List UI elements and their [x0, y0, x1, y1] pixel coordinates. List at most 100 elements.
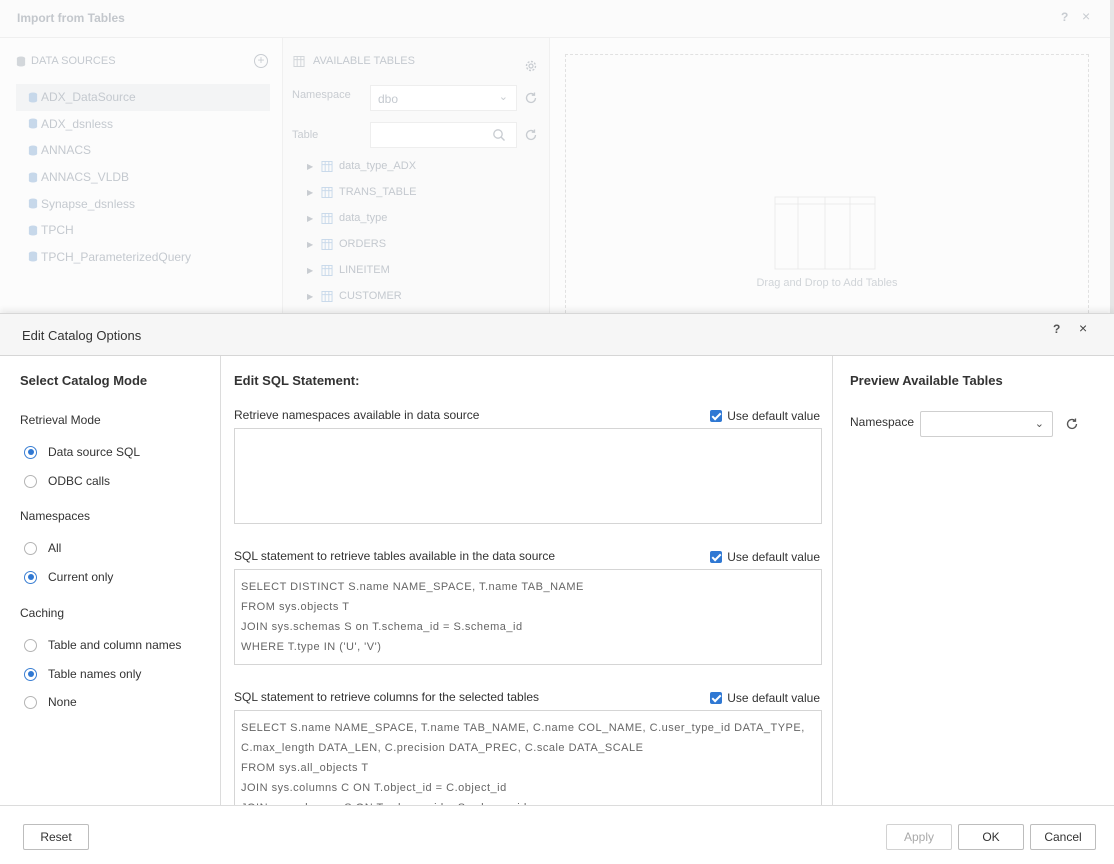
add-circle-icon[interactable]: + [254, 54, 268, 68]
data-source-label: TPCH [41, 223, 74, 238]
radio-button[interactable] [24, 570, 37, 584]
refresh-icon[interactable] [524, 128, 538, 142]
caret-right-icon[interactable]: ▶ [307, 266, 315, 275]
data-source-item[interactable]: ANNACS_VLDB [16, 164, 270, 191]
caret-right-icon[interactable]: ▶ [307, 188, 315, 197]
apply-button[interactable]: Apply [886, 824, 952, 850]
help-icon[interactable]: ? [1053, 322, 1060, 336]
radio-button[interactable] [24, 541, 37, 555]
data-source-item[interactable]: Synapse_dsnless [16, 190, 270, 217]
columns-sql-textarea[interactable]: SELECT S.name NAME_SPACE, T.name TAB_NAM… [234, 710, 822, 805]
database-icon [16, 55, 26, 67]
import-help-icon[interactable]: ? [1061, 10, 1068, 24]
radio-odbc-calls[interactable]: ODBC calls [24, 474, 110, 488]
ok-button[interactable]: OK [958, 824, 1024, 850]
database-icon [28, 172, 38, 183]
gear-icon[interactable] [524, 59, 538, 73]
radio-label: All [48, 541, 62, 555]
dialog-footer: Reset Apply OK Cancel [0, 805, 1114, 864]
radio-button[interactable] [24, 474, 37, 488]
table-grid-icon [321, 290, 333, 302]
checkbox-label: Use default value [727, 409, 820, 423]
data-source-label: Synapse_dsnless [41, 196, 136, 211]
table-item-label: CUSTOMER [339, 290, 402, 302]
radio-button[interactable] [24, 667, 37, 681]
checkbox-checked[interactable] [710, 692, 723, 704]
table-placeholder-icon [774, 196, 876, 270]
data-source-item[interactable]: TPCH_ParameterizedQuery [16, 244, 270, 271]
database-icon [28, 92, 38, 103]
refresh-icon[interactable] [1065, 417, 1079, 431]
close-icon[interactable]: × [1079, 320, 1087, 336]
table-search-input[interactable] [370, 122, 517, 148]
data-source-item[interactable]: TPCH [16, 217, 270, 244]
table-grid-icon [321, 238, 333, 250]
data-sources-list: ADX_DataSource ADX_dsnless ANNACS ANNACS… [16, 84, 270, 270]
catalog-mode-panel: Select Catalog Mode Retrieval Mode Data … [0, 356, 221, 805]
namespace-select[interactable]: dbo ⌄ [370, 85, 517, 111]
caching-label: Caching [20, 606, 65, 620]
table-item-label: data_type [339, 212, 388, 224]
reset-button[interactable]: Reset [23, 824, 89, 850]
dialog-titlebar: Edit Catalog Options ? × [0, 314, 1114, 356]
caret-right-icon[interactable]: ▶ [307, 292, 315, 301]
radio-namespaces-current-only[interactable]: Current only [24, 570, 113, 584]
radio-button[interactable] [24, 445, 37, 459]
radio-label: None [48, 695, 77, 709]
table-grid-icon [321, 186, 333, 198]
radio-data-source-sql[interactable]: Data source SQL [24, 445, 140, 459]
table-item[interactable]: ▶ data_type_ADX [307, 153, 416, 179]
namespaces-sql-textarea[interactable] [234, 428, 822, 524]
radio-label: Table and column names [48, 638, 182, 652]
data-source-item[interactable]: ADX_dsnless [16, 111, 270, 138]
table-item[interactable]: ▶ ORDERS [307, 231, 416, 257]
edit-catalog-options-dialog: Edit Catalog Options ? × Select Catalog … [0, 313, 1114, 864]
columns-use-default-checkbox[interactable]: Use default value [710, 691, 820, 705]
tables-use-default-checkbox[interactable]: Use default value [710, 550, 820, 564]
table-item[interactable]: ▶ LINEITEM [307, 257, 416, 283]
caret-right-icon[interactable]: ▶ [307, 162, 315, 171]
import-dialog-titlebar: Import from Tables ? × [0, 0, 1110, 38]
radio-label: Data source SQL [48, 445, 141, 459]
radio-caching-none[interactable]: None [24, 695, 77, 709]
columns-sql-label: SQL statement to retrieve columns for th… [234, 690, 540, 704]
available-tables-list: ▶ data_type_ADX ▶ TRANS_TABLE ▶ data_typ… [307, 153, 416, 309]
table-grid-icon [293, 55, 305, 67]
refresh-icon[interactable] [524, 91, 538, 105]
preview-namespace-select[interactable]: ⌄ [920, 411, 1053, 437]
caret-right-icon[interactable]: ▶ [307, 214, 315, 223]
radio-namespaces-all[interactable]: All [24, 541, 61, 555]
import-scrollbar[interactable] [1110, 0, 1114, 320]
table-item-label: LINEITEM [339, 264, 390, 276]
radio-caching-table-names-only[interactable]: Table names only [24, 667, 141, 681]
radio-button[interactable] [24, 695, 37, 709]
checkbox-label: Use default value [727, 691, 820, 705]
checkbox-checked[interactable] [710, 410, 723, 422]
data-sources-header-label: DATA SOURCES [31, 55, 116, 67]
dialog-title: Edit Catalog Options [22, 328, 142, 343]
cancel-button[interactable]: Cancel [1030, 824, 1096, 850]
data-source-label: ADX_DataSource [41, 90, 136, 105]
data-source-item[interactable]: ADX_DataSource [16, 84, 270, 111]
table-grid-icon [321, 160, 333, 172]
radio-label: ODBC calls [48, 474, 111, 488]
namespaces-use-default-checkbox[interactable]: Use default value [710, 409, 820, 423]
namespace-value: dbo [378, 92, 399, 106]
data-source-item[interactable]: ANNACS [16, 137, 270, 164]
radio-label: Table names only [48, 667, 142, 681]
edit-sql-title: Edit SQL Statement: [234, 373, 360, 388]
data-source-label: ANNACS [41, 143, 92, 158]
checkbox-checked[interactable] [710, 551, 723, 563]
table-item[interactable]: ▶ data_type [307, 205, 416, 231]
radio-button[interactable] [24, 638, 37, 652]
table-item[interactable]: ▶ CUSTOMER [307, 283, 416, 309]
preview-namespace-label: Namespace [850, 415, 915, 429]
chevron-down-icon: ⌄ [498, 91, 508, 103]
import-close-icon[interactable]: × [1082, 8, 1090, 24]
radio-caching-table-and-column-names[interactable]: Table and column names [24, 638, 181, 652]
search-icon[interactable] [492, 128, 506, 142]
caret-right-icon[interactable]: ▶ [307, 240, 315, 249]
drop-zone[interactable]: Drag and Drop to Add Tables [565, 54, 1089, 318]
tables-sql-textarea[interactable]: SELECT DISTINCT S.name NAME_SPACE, T.nam… [234, 569, 822, 665]
table-item[interactable]: ▶ TRANS_TABLE [307, 179, 416, 205]
